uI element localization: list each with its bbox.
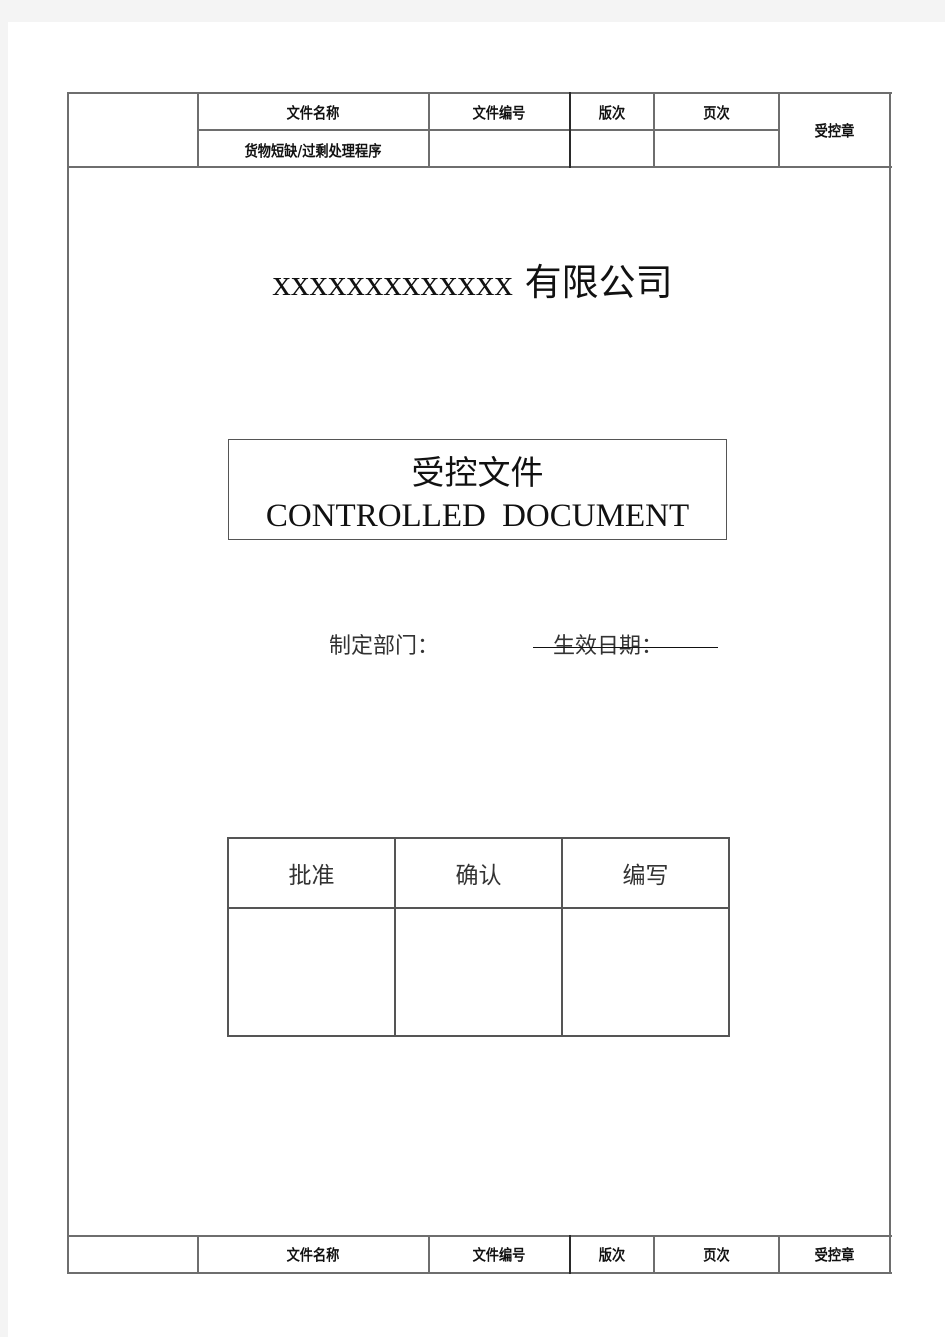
footer-col-border [67,1235,69,1274]
footer-col-border [428,1235,430,1274]
signature-header-row: 批准 确认 编写 [227,837,730,909]
footer-label-doc-number: 文件编号 [472,1246,526,1264]
footer-label-page: 页次 [703,1246,730,1264]
footer-label-version: 版次 [598,1246,626,1264]
header-col-border [889,92,891,168]
header-label-version: 版次 [598,104,626,122]
header-mid-border [198,129,779,131]
header-label-doc-name: 文件名称 [286,104,340,122]
header-bottom-border [67,166,892,168]
header-col-border [197,92,199,168]
header-col-border [653,92,655,168]
header-label-page: 页次 [703,104,730,122]
signature-header-approve: 批准 [227,837,396,909]
department-label: 制定部门： [329,634,440,659]
company-name-suffix: 有限公司 [524,261,673,304]
signature-value-row [227,907,730,1037]
document-page [8,22,945,1337]
company-name: xxxxxxxxxxxxx 有限公司 [0,252,945,306]
signature-table: 批准 确认 编写 [227,837,730,1037]
header-col-border [778,92,780,168]
header-col-border [569,92,571,168]
frame-right-border [889,166,891,1238]
header-top-border [67,92,892,94]
footer-col-border [778,1235,780,1274]
signature-cell-approve[interactable] [227,907,396,1037]
footer-top-border [67,1235,892,1237]
footer-col-border [653,1235,655,1274]
controlled-title-en: CONTROLLED DOCUMENT [265,498,690,534]
footer-col-border [197,1235,199,1274]
company-name-placeholder: xxxxxxxxxxxxx [272,263,513,304]
header-col-border [67,92,69,168]
footer-col-border [889,1235,891,1274]
controlled-title-cn: 受控文件 [411,453,544,492]
footer-col-border [569,1235,571,1274]
footer-label-doc-name: 文件名称 [286,1246,340,1264]
signature-cell-prepare[interactable] [561,907,730,1037]
signature-header-prepare: 编写 [561,837,730,909]
signature-header-confirm: 确认 [394,837,563,909]
header-stamp-label: 受控章 [814,122,855,140]
header-value-doc-name: 货物短缺/过剩处理程序 [244,142,382,160]
signature-cell-confirm[interactable] [394,907,563,1037]
frame-left-border [67,166,69,1238]
controlled-document-box: 受控文件 CONTROLLED DOCUMENT [228,439,727,540]
header-col-border [428,92,430,168]
footer-stamp-label: 受控章 [814,1246,855,1264]
header-label-doc-number: 文件编号 [472,104,526,122]
effective-date-label: 生效日期： [553,634,664,659]
effective-date-underline [533,647,718,648]
footer-bottom-border [67,1272,892,1274]
